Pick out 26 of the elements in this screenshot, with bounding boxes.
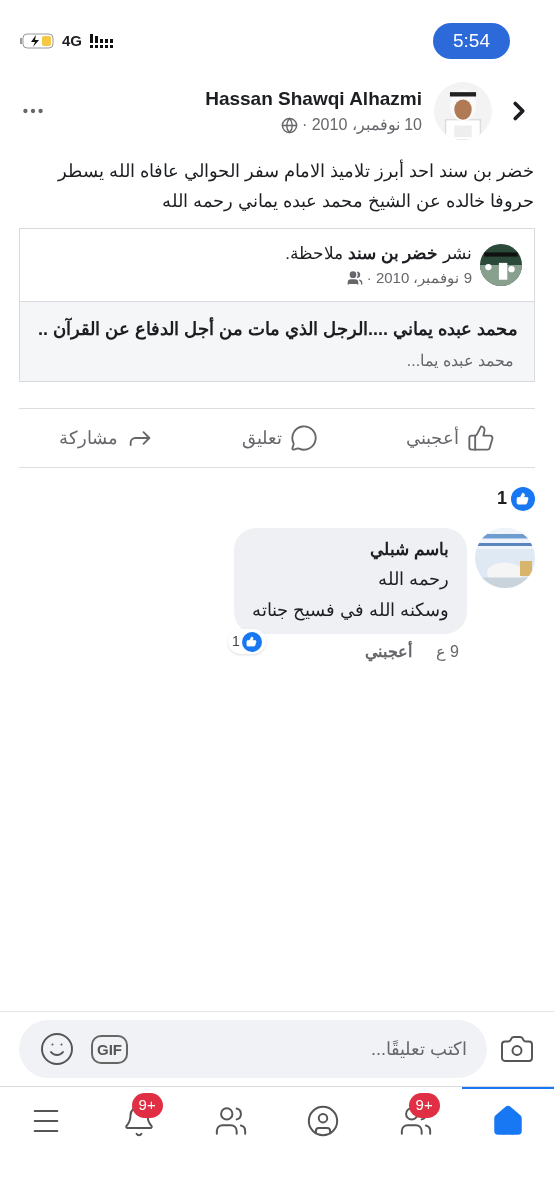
shared-date: 9 نوفمبر، 2010 · [366, 267, 472, 289]
comment-time: 9 ع [435, 642, 459, 663]
clock-time: 5:54 [433, 22, 510, 60]
comment-line: وسكنه الله في فسيح جناته [252, 599, 449, 623]
friends-tab[interactable]: 9+ [369, 1087, 462, 1152]
notifications-tab[interactable]: 9+ [92, 1087, 185, 1152]
note-title: محمد عبده يماني ....الرجل الذي مات من أجل الدفاع عن القرآن .. [36, 316, 518, 342]
gif-icon[interactable]: GIF [91, 1034, 128, 1064]
comment-line: رحمه الله [377, 568, 449, 592]
notification-badge: 9+ [131, 1093, 163, 1118]
commenter-name[interactable]: باسم شبلي [252, 536, 449, 564]
comment-reaction-count: 1 [232, 632, 240, 651]
comment-like-link[interactable]: أعجبني [364, 640, 412, 664]
comment-reaction-pill[interactable]: 1 [228, 629, 266, 654]
post-date: 10 نوفمبر، 2010 · [301, 115, 422, 136]
like-button[interactable]: أعجبني [406, 424, 495, 452]
network-label: 4G [62, 30, 82, 51]
share-button[interactable]: مشاركة [59, 424, 154, 452]
note-excerpt: محمد عبده يما... [405, 351, 515, 371]
shared-header: نشر خضر بن سند ملاحظة. [285, 243, 472, 266]
notification-badge: 9+ [408, 1093, 440, 1118]
reaction-count[interactable]: 1 [497, 485, 507, 512]
post-text: خضر بن سند احد أبرز تلاميذ الامام سفر الحوالي عافاه الله يسطر حروفا خالده عن الشيخ محمد عبده يماني رحمه الله [56, 158, 535, 214]
author-name[interactable]: Hassan Shawqi Alhazmi [205, 84, 422, 114]
comment-button[interactable]: تعليق [242, 424, 318, 452]
shared-note-card[interactable]: نشر خضر بن سند ملاحظة. 9 نوفمبر، 2010 · محمد عبده يماني ....الرجل الذي مات من أجل الدفاع عن القرآن .. محمد عبده يما... [19, 228, 535, 382]
